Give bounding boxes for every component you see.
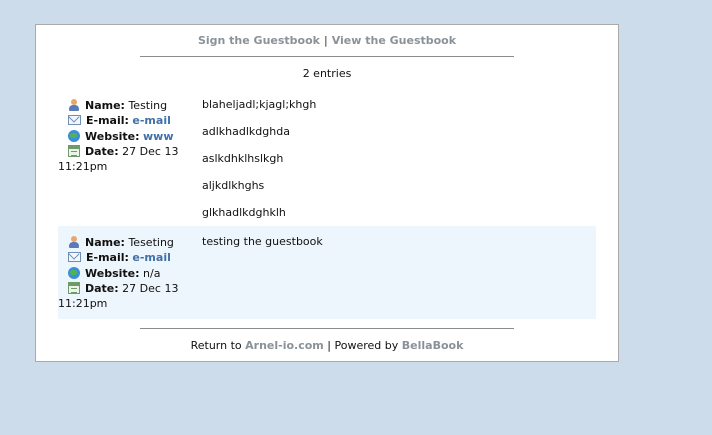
name-row: Name: Teseting bbox=[68, 235, 193, 250]
message-line: adlkhadlkdghda bbox=[202, 125, 290, 138]
top-divider bbox=[140, 56, 514, 57]
sign-guestbook-link[interactable]: Sign the Guestbook bbox=[198, 34, 320, 47]
entry-meta: Name: Teseting E-mail: e-mail Website: n… bbox=[58, 235, 193, 311]
globe-icon bbox=[68, 266, 80, 279]
website-row: Website: n/a bbox=[68, 266, 193, 281]
email-link[interactable]: e-mail bbox=[132, 114, 170, 127]
message-line: aslkdhklhslkgh bbox=[202, 152, 284, 165]
message-line: aljkdlkhghs bbox=[202, 179, 265, 192]
guestbook-panel: Sign the Guestbook | View the Guestbook 2 … bbox=[35, 24, 619, 362]
name-label: Name: bbox=[85, 236, 125, 249]
return-text: Return to bbox=[190, 339, 242, 352]
site-link[interactable]: Arnel-io.com bbox=[245, 339, 324, 352]
email-link[interactable]: e-mail bbox=[132, 251, 170, 264]
entries-count: 2 entries bbox=[302, 67, 352, 80]
powered-text: Powered by bbox=[334, 339, 399, 352]
mail-icon bbox=[68, 252, 81, 263]
message-line: glkhadlkdghklh bbox=[202, 206, 286, 219]
footer: Return to Arnel-io.com | Powered by Bell… bbox=[36, 339, 618, 352]
entry-date: 27 Dec 13 bbox=[122, 144, 179, 158]
email-row: E-mail: e-mail bbox=[68, 250, 193, 265]
mail-icon bbox=[68, 115, 81, 126]
top-nav: Sign the Guestbook | View the Guestbook bbox=[36, 34, 618, 47]
entry-message: blaheljadl;kjagl;khgh adlkhadlkdghda asl… bbox=[202, 98, 582, 233]
email-row: E-mail: e-mail bbox=[68, 113, 193, 128]
bottom-divider bbox=[140, 328, 514, 329]
time-row: 11:21pm bbox=[58, 159, 193, 174]
date-label: Date: bbox=[85, 281, 119, 295]
globe-icon bbox=[68, 129, 80, 142]
entry-name: Teseting bbox=[128, 236, 174, 249]
entry-time: 11:21pm bbox=[58, 160, 108, 174]
person-icon bbox=[68, 236, 80, 248]
email-label: E-mail: bbox=[86, 251, 129, 265]
message-line: testing the guestbook bbox=[202, 235, 323, 248]
entry-name: Testing bbox=[128, 99, 168, 112]
name-row: Name: Testing bbox=[68, 98, 193, 113]
calendar-icon bbox=[68, 144, 80, 157]
entry-meta: Name: Testing E-mail: e-mail Website: ww… bbox=[58, 98, 193, 174]
entry-date: 27 Dec 13 bbox=[122, 281, 179, 295]
date-row: Date: 27 Dec 13 bbox=[68, 144, 193, 159]
guestbook-entry: Name: Teseting E-mail: e-mail Website: n… bbox=[58, 226, 596, 319]
date-label: Date: bbox=[85, 144, 119, 158]
message-line: blaheljadl;kjagl;khgh bbox=[202, 98, 317, 111]
entry-website: n/a bbox=[143, 266, 161, 280]
name-label: Name: bbox=[85, 99, 125, 112]
website-label: Website: bbox=[85, 129, 140, 143]
email-label: E-mail: bbox=[86, 114, 129, 128]
website-link[interactable]: www bbox=[143, 130, 174, 143]
bellabook-link[interactable]: BellaBook bbox=[402, 339, 464, 352]
date-row: Date: 27 Dec 13 bbox=[68, 281, 193, 296]
website-label: Website: bbox=[85, 266, 140, 280]
view-guestbook-link[interactable]: View the Guestbook bbox=[332, 34, 456, 47]
nav-separator: | bbox=[323, 34, 328, 47]
time-row: 11:21pm bbox=[58, 296, 193, 311]
calendar-icon bbox=[68, 281, 80, 294]
guestbook-entry: Name: Testing E-mail: e-mail Website: ww… bbox=[58, 98, 596, 226]
person-icon bbox=[68, 99, 80, 111]
entry-time: 11:21pm bbox=[58, 297, 108, 311]
website-row: Website: www bbox=[68, 129, 193, 144]
footer-separator: | bbox=[327, 339, 331, 352]
entry-message: testing the guestbook bbox=[202, 235, 582, 262]
